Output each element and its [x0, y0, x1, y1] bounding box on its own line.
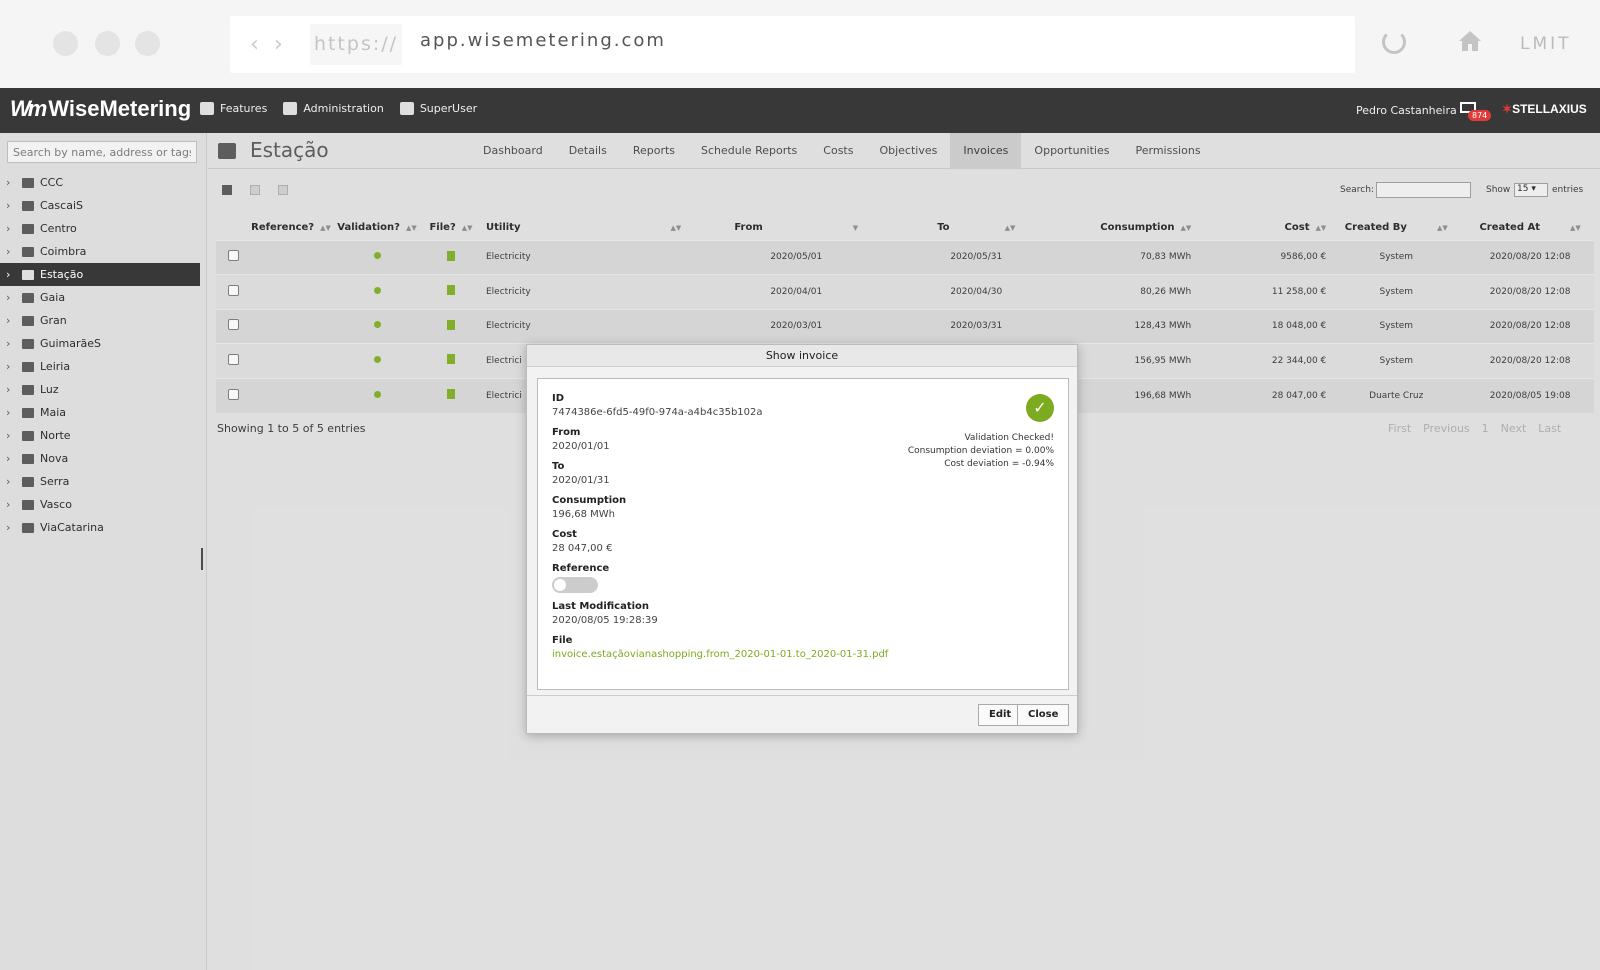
field-from: From 2020/01/01	[552, 427, 610, 452]
file-label: File	[552, 635, 573, 646]
browser-chrome: ‹ › https:// app.wisemetering.com LMIT	[0, 0, 1600, 88]
reload-icon[interactable]	[1382, 30, 1406, 54]
field-file: File invoice.estaçãovianashopping.from_2…	[552, 635, 888, 660]
window-maximize-dot[interactable]	[135, 31, 160, 56]
url-text[interactable]: app.wisemetering.com	[420, 30, 666, 51]
from-label: From	[552, 427, 581, 438]
validation-check-icon: ✓	[1026, 394, 1054, 422]
id-label: ID	[552, 393, 565, 404]
modal-footer: Edit Close	[527, 695, 1077, 733]
field-reference: Reference	[552, 563, 609, 593]
back-icon[interactable]: ‹	[250, 32, 259, 57]
edit-button[interactable]: Edit	[978, 704, 1023, 726]
address-bar[interactable]: ‹ › https:// app.wisemetering.com	[230, 16, 1355, 73]
modal-body: ID 7474386e-6fd5-49f0-974a-a4b4c35b102a …	[537, 378, 1069, 690]
file-link[interactable]: invoice.estaçãovianashopping.from_2020-0…	[552, 649, 888, 660]
field-to: To 2020/01/31	[552, 461, 610, 486]
cost-label: Cost	[552, 529, 577, 540]
validation-status: Validation Checked!	[964, 433, 1054, 443]
cost-value: 28 047,00 €	[552, 543, 613, 554]
validation-summary: Validation Checked! Consumption deviatio…	[908, 432, 1054, 471]
from-value: 2020/01/01	[552, 441, 610, 452]
consumption-label: Consumption	[552, 495, 627, 506]
last-modification-value: 2020/08/05 19:28:39	[552, 615, 658, 626]
to-label: To	[552, 461, 565, 472]
profile-label: LMIT	[1520, 34, 1572, 54]
field-last-modification: Last Modification 2020/08/05 19:28:39	[552, 601, 658, 626]
consumption-deviation: Consumption deviation = 0.00%	[907, 446, 1054, 456]
field-consumption: Consumption 196,68 MWh	[552, 495, 626, 520]
to-value: 2020/01/31	[552, 475, 610, 486]
reference-label: Reference	[552, 563, 610, 574]
show-invoice-modal: Show invoice ID 7474386e-6fd5-49f0-974a-…	[526, 344, 1078, 734]
reference-toggle[interactable]	[552, 577, 598, 593]
window-minimize-dot[interactable]	[95, 31, 120, 56]
id-value: 7474386e-6fd5-49f0-974a-a4b4c35b102a	[552, 407, 763, 418]
forward-icon[interactable]: ›	[274, 32, 283, 57]
window-close-dot[interactable]	[53, 31, 78, 56]
cost-deviation: Cost deviation = -0.94%	[944, 459, 1054, 469]
field-cost: Cost 28 047,00 €	[552, 529, 612, 554]
home-icon[interactable]	[1458, 30, 1482, 52]
last-modification-label: Last Modification	[552, 601, 650, 612]
url-protocol: https://	[310, 24, 402, 65]
consumption-value: 196,68 MWh	[552, 509, 616, 520]
toggle-knob	[554, 579, 566, 591]
field-id: ID 7474386e-6fd5-49f0-974a-a4b4c35b102a	[552, 393, 763, 418]
modal-title[interactable]: Show invoice	[527, 345, 1077, 367]
close-button[interactable]: Close	[1017, 704, 1070, 726]
